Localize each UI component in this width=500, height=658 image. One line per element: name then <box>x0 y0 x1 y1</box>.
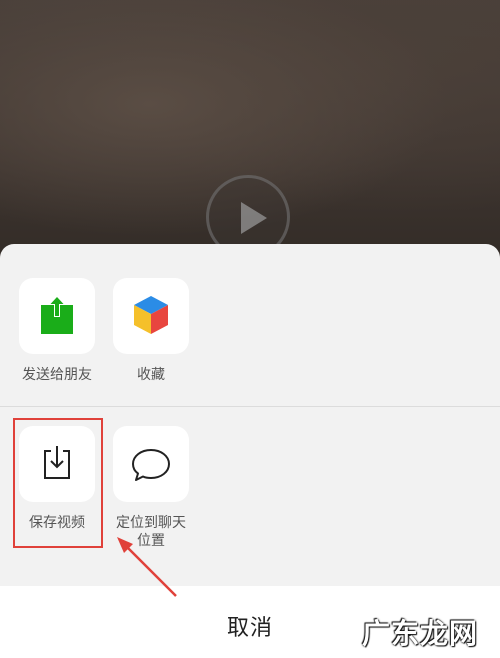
watermark-text: 广东龙网 <box>362 617 479 650</box>
annotation-arrow <box>117 537 177 597</box>
